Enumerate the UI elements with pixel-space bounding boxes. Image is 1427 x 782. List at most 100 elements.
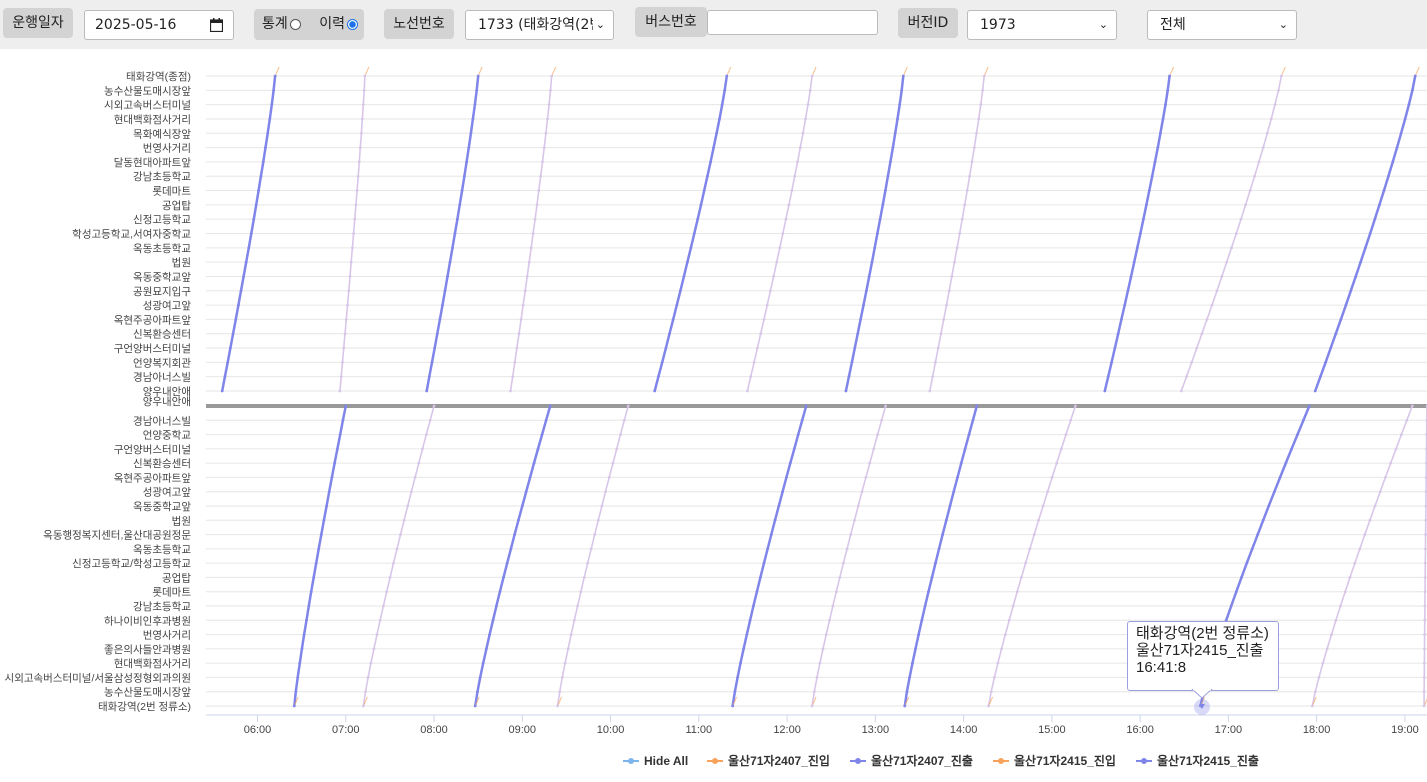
trip-point: [546, 117, 549, 121]
trip-point: [511, 375, 515, 379]
stop-label-upper: 경남아너스빌: [133, 371, 191, 384]
trip-point: [327, 490, 331, 494]
trip-point: [296, 676, 300, 679]
legend-item-label[interactable]: 울산71자2415_진출: [1157, 753, 1259, 768]
trip-point: [300, 647, 304, 651]
stop-label-upper: 옥동초등학교: [133, 243, 191, 255]
trip-point: [1368, 518, 1372, 522]
trip-point: [1028, 547, 1032, 551]
trip-point: [430, 360, 434, 364]
stop-labels: 태화강역(종점)농수산물도매시장앞시외고속버스터미널현대백화점사거리목화예식장앞…: [5, 71, 192, 713]
trip-point: [341, 360, 344, 364]
trip-point: [533, 217, 537, 221]
trip-point: [950, 275, 954, 278]
trip-point: [955, 246, 959, 250]
trip-point: [1423, 618, 1427, 622]
trip-point: [254, 203, 258, 207]
trip-point: [1422, 704, 1426, 708]
trip-point: [360, 117, 364, 121]
trip-point: [541, 160, 544, 164]
stop-label-lower: 언양중학교: [143, 430, 192, 442]
trip-point: [1423, 647, 1426, 651]
trip-point: [471, 117, 475, 121]
trip-point: [972, 146, 976, 149]
trip-point: [952, 490, 956, 494]
legend-item-label[interactable]: 울산71자2415_진입: [1014, 753, 1116, 768]
trip-point: [352, 232, 356, 235]
trip-point: [812, 690, 816, 694]
stop-label-lower: 농수산물도매시장앞: [104, 687, 191, 699]
trip-point: [975, 131, 978, 135]
trip-point: [378, 618, 382, 622]
trip-point: [1234, 232, 1238, 235]
trip-point: [451, 246, 454, 250]
trip-point: [880, 418, 884, 422]
calendar-icon[interactable]: [210, 18, 223, 32]
bus-number-input[interactable]: [707, 10, 878, 35]
trip-point: [1348, 576, 1352, 579]
trip-point: [495, 604, 498, 608]
trip-point: [558, 690, 562, 694]
trip-point: [1364, 246, 1367, 250]
trip-point: [742, 647, 745, 651]
trip-point: [433, 346, 437, 350]
trip-point: [372, 647, 376, 651]
trip-point: [1313, 389, 1317, 393]
trip-point: [563, 661, 567, 665]
trip-line: [903, 405, 979, 707]
trip-point: [519, 318, 523, 321]
trip-point: [1037, 518, 1041, 522]
trip-point: [1132, 260, 1136, 264]
trip-point: [1422, 690, 1426, 694]
mode-history-radio[interactable]: [346, 18, 358, 30]
trip-point: [1378, 490, 1382, 494]
trip-point: [1153, 160, 1157, 164]
trip-point: [844, 389, 848, 393]
trip-point: [901, 74, 905, 78]
legend-item-label[interactable]: 울산71자2407_진출: [871, 753, 973, 768]
trip-point: [1120, 318, 1123, 321]
trip-point: [784, 217, 788, 221]
trip-point: [1296, 433, 1299, 436]
trip-point: [366, 676, 370, 679]
trip-point: [1273, 103, 1277, 107]
trip-point: [1210, 303, 1214, 307]
trip-point: [804, 404, 808, 408]
trip-point: [1410, 88, 1414, 92]
trip-point: [566, 647, 570, 651]
trip-point: [775, 260, 779, 264]
trip-entry-stub: [726, 66, 732, 77]
version-select[interactable]: 1973 ⌄: [967, 10, 1117, 40]
trip-point: [1147, 189, 1151, 192]
mode-stats-radio[interactable]: [289, 18, 301, 30]
trip-point: [867, 275, 871, 278]
trip-point: [856, 504, 860, 508]
stop-label-lower: 구언양버스터미널: [114, 444, 191, 456]
trip-point: [709, 160, 712, 164]
legend-item-label[interactable]: Hide All: [644, 754, 688, 768]
trip-point: [1394, 447, 1398, 451]
stop-label-lower: 하나이비인후과병원: [104, 614, 191, 627]
bus-label: 버스번호: [635, 7, 707, 37]
trip-point: [572, 618, 576, 622]
trip-point: [363, 74, 367, 78]
trip-point: [748, 618, 752, 622]
date-input[interactable]: 2025-05-16: [84, 10, 234, 40]
trip-entry-stub: [274, 66, 280, 77]
trip-point: [1113, 346, 1117, 350]
trip-point: [834, 590, 838, 594]
trip-point: [1257, 160, 1261, 164]
trip-point: [531, 232, 535, 235]
filter-select[interactable]: 전체 ⌄: [1147, 10, 1297, 40]
trip-point: [878, 217, 882, 221]
trip-point: [756, 346, 759, 350]
trip-point: [908, 676, 911, 679]
series-layer[interactable]: [220, 66, 1427, 708]
legend-item-label[interactable]: 울산71자2407_진입: [728, 753, 830, 768]
trip-point: [252, 217, 256, 221]
route-select[interactable]: 1733 (태화강역(2번 ⌄: [465, 10, 614, 40]
trip-point: [1267, 504, 1271, 508]
trip-entry-stub: [364, 66, 370, 77]
trip-point: [607, 476, 611, 479]
trip-point: [1215, 289, 1219, 293]
